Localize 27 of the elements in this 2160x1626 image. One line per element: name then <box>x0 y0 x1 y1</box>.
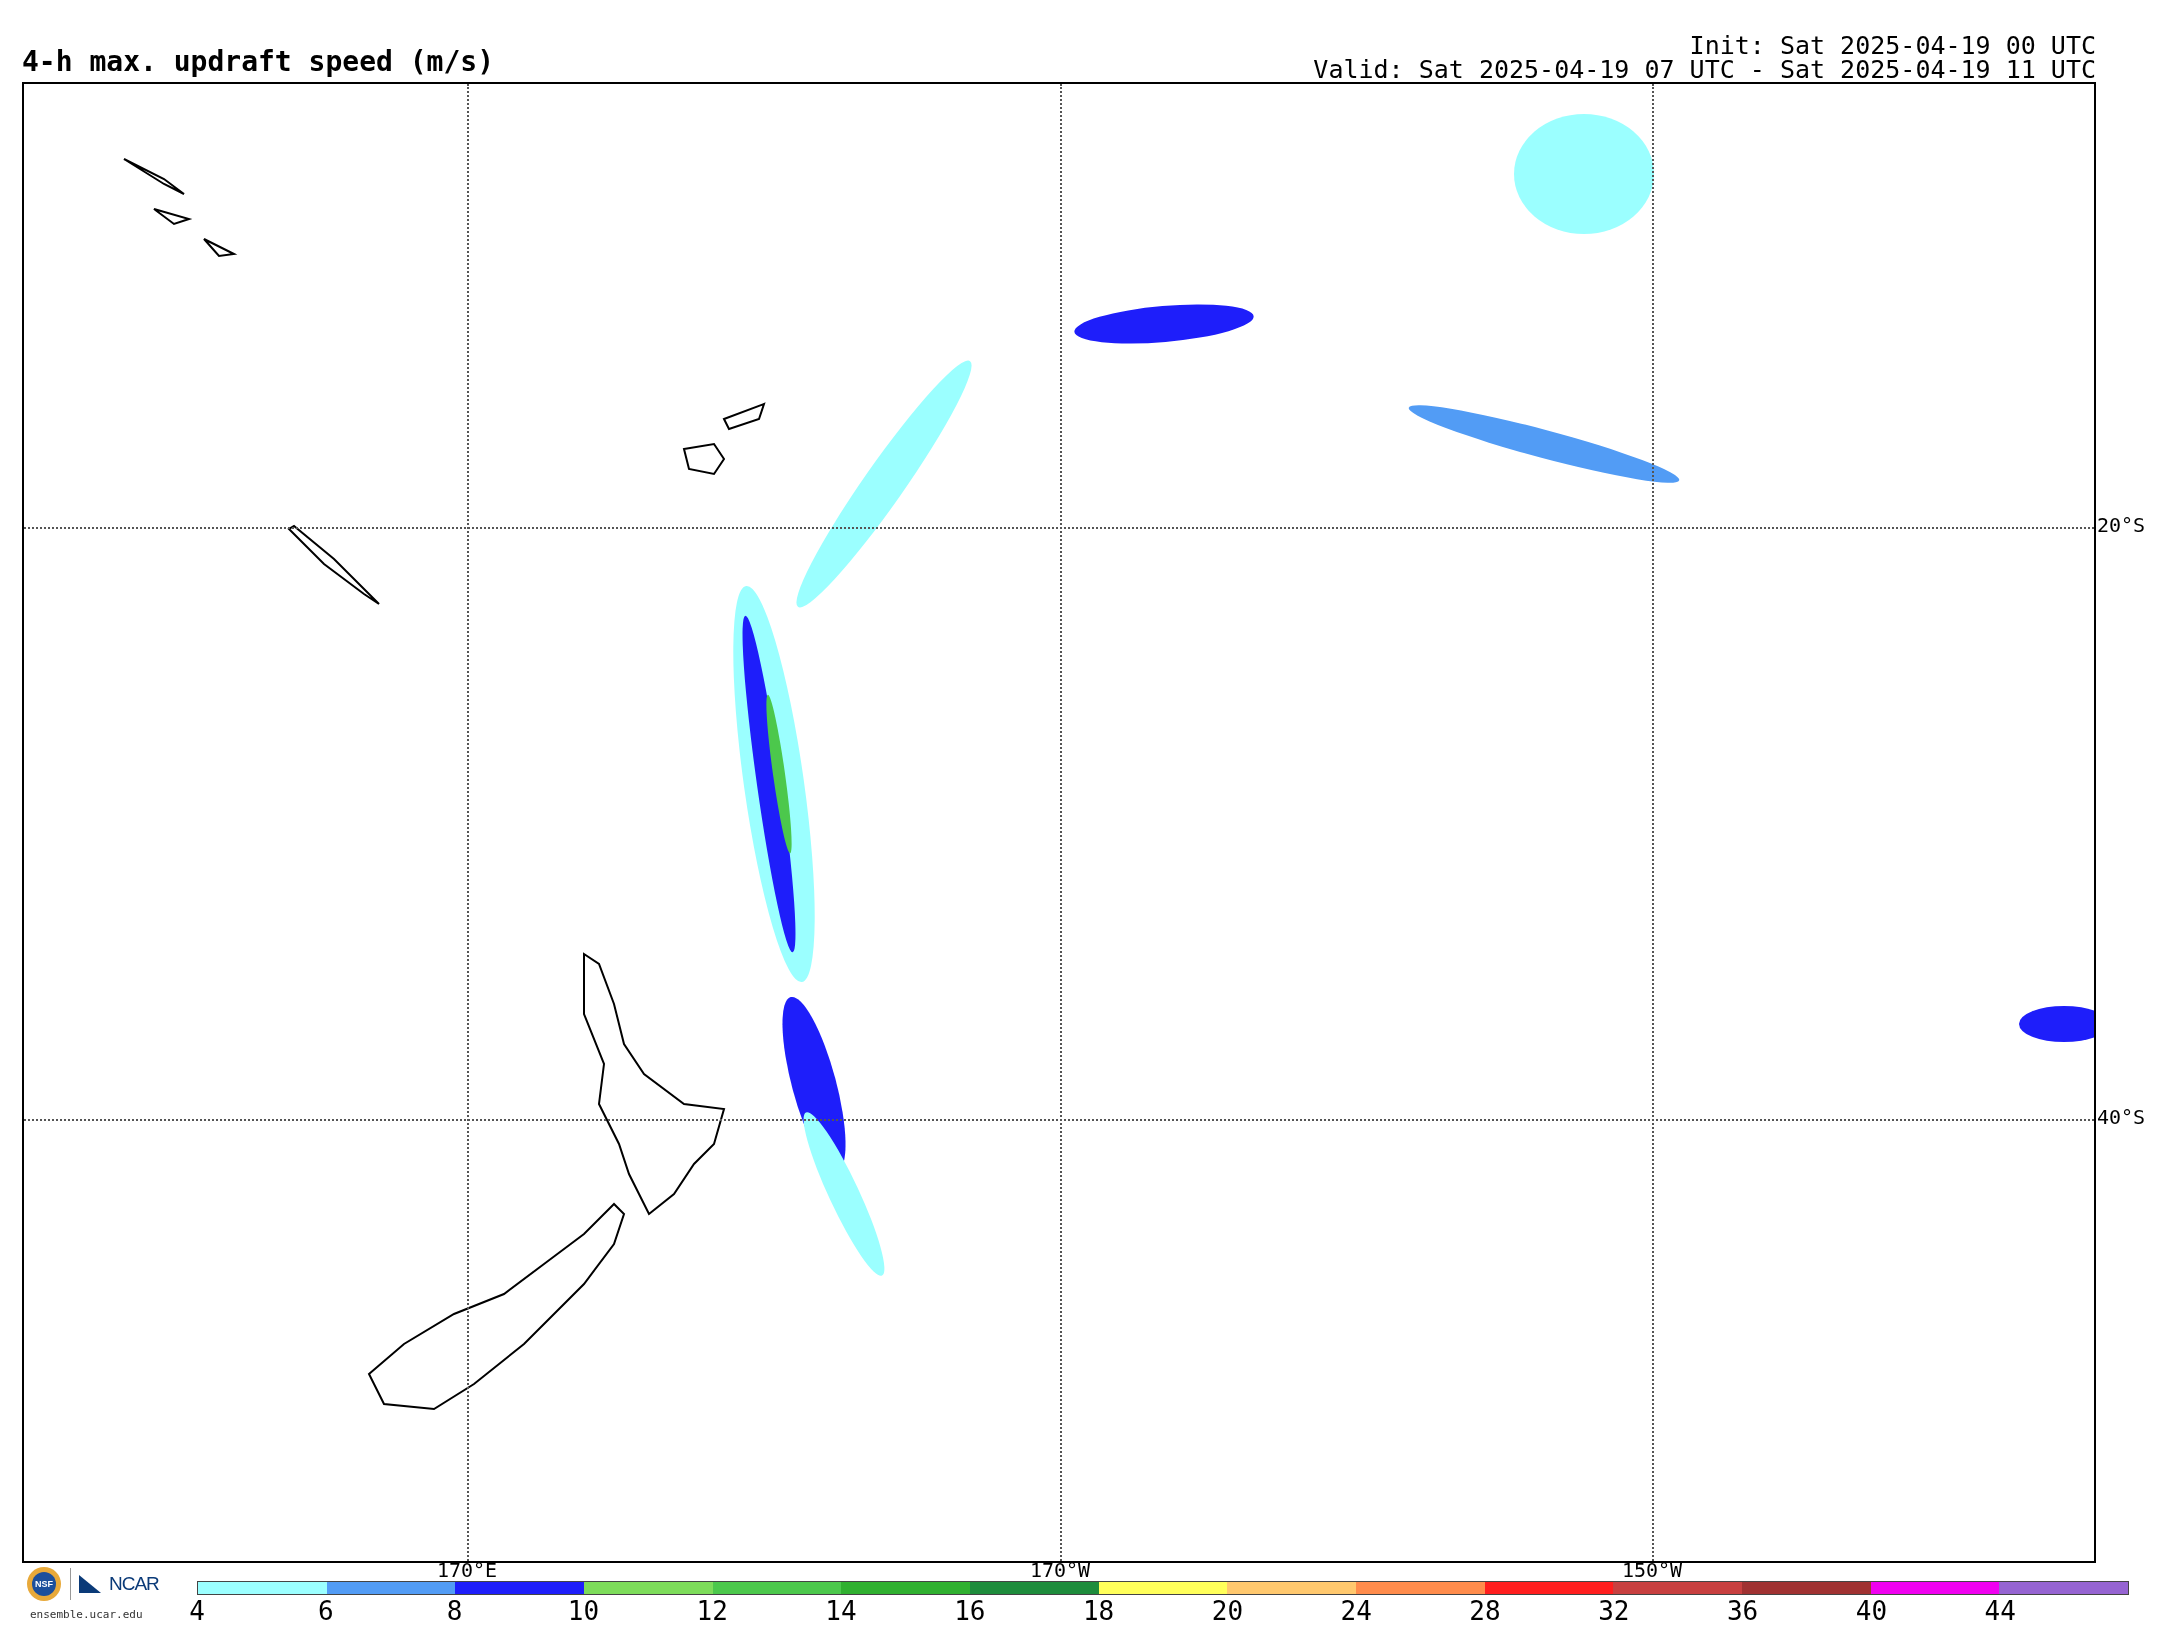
scale-label: 8 <box>446 1598 463 1624</box>
scale-label: 28 <box>1469 1598 1501 1624</box>
seal-logo: NSF <box>26 1566 62 1602</box>
scale-label: 20 <box>1211 1598 1244 1624</box>
scale-label: 4 <box>189 1598 205 1624</box>
scale-label: 24 <box>1340 1598 1372 1624</box>
valid-time: Valid: Sat 2025-04-19 07 UTC - Sat 2025-04-19 11 UTC <box>1313 58 2096 82</box>
scale-label: 36 <box>1726 1598 1759 1624</box>
scale-label: 10 <box>567 1598 600 1624</box>
wedge-icon <box>79 1575 101 1593</box>
scale-label: 40 <box>1855 1598 1888 1624</box>
longitude-label: 170°E <box>436 1560 498 1580</box>
init-time: Init: Sat 2025-04-19 00 UTC <box>1688 34 2096 58</box>
scale-label: 18 <box>1082 1598 1115 1624</box>
longitude-label: 170°W <box>1029 1560 1091 1580</box>
scale-label: 44 <box>1984 1598 2016 1624</box>
chart-title: 4-h max. updraft speed (m/s) <box>22 48 494 76</box>
latitude-label: 40°S <box>2097 1107 2146 1127</box>
scale-label: 14 <box>825 1598 857 1624</box>
scale-label: 32 <box>1598 1598 1630 1624</box>
scale-label: 6 <box>317 1598 334 1624</box>
site-address: ensemble.ucar.edu <box>30 1607 143 1623</box>
logo-text: NCAR <box>109 1571 159 1596</box>
scale-label: 16 <box>954 1598 986 1624</box>
scale-label: 12 <box>696 1598 728 1624</box>
longitude-label: 150°W <box>1621 1560 1683 1580</box>
latitude-label: 20°S <box>2097 515 2146 535</box>
